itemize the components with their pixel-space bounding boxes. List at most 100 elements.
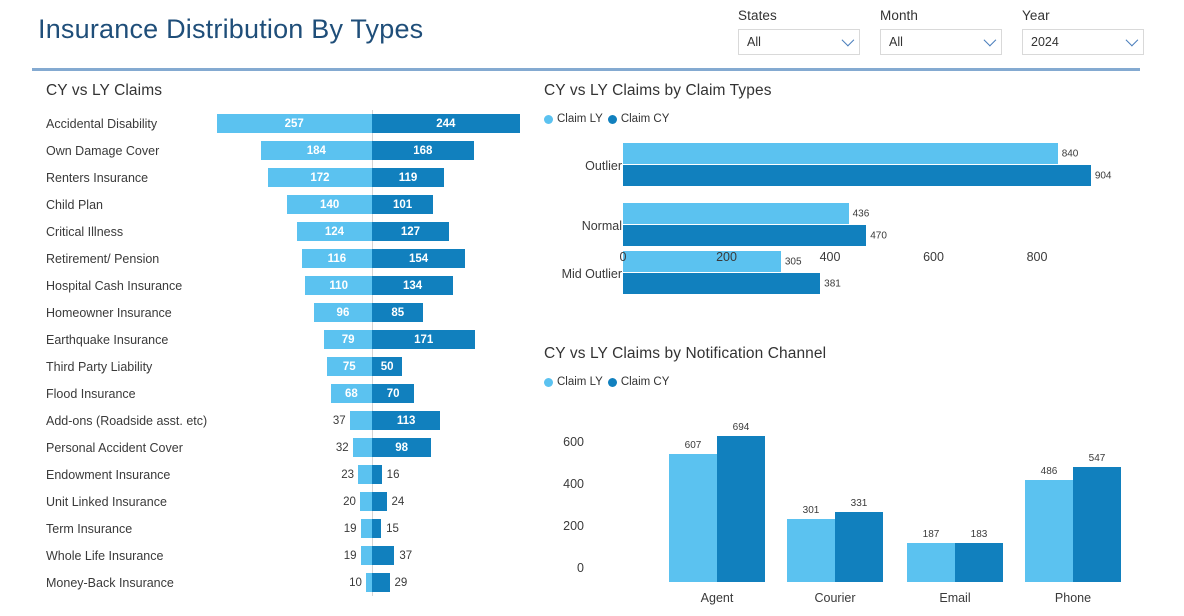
channel-column-value: 694 xyxy=(733,422,750,433)
tornado-row[interactable]: Homeowner Insurance9685 xyxy=(40,299,530,326)
tornado-bar-value: 75 xyxy=(338,361,361,373)
channel-group[interactable]: 301331Courier xyxy=(776,397,894,607)
tornado-bar-claim-ly[interactable]: 96 xyxy=(314,303,372,322)
tornado-bar-claim-ly[interactable]: 68 xyxy=(331,384,372,403)
filter-month-dropdown[interactable]: All xyxy=(880,29,1002,55)
tornado-bar-claim-ly[interactable] xyxy=(361,519,372,538)
tornado-row[interactable]: Accidental Disability257244 xyxy=(40,110,530,137)
tornado-row[interactable]: Add-ons (Roadside asst. etc)37113 xyxy=(40,407,530,434)
tornado-bar-claim-cy[interactable]: 244 xyxy=(372,114,520,133)
tornado-row[interactable]: Child Plan140101 xyxy=(40,191,530,218)
legend-item-claim-cy[interactable]: Claim CY xyxy=(608,113,670,125)
legend-item-claim-ly[interactable]: Claim LY xyxy=(544,376,603,388)
tornado-bar-claim-cy[interactable]: 70 xyxy=(372,384,414,403)
tornado-row[interactable]: Endowment Insurance2316 xyxy=(40,461,530,488)
tornado-row[interactable]: Retirement/ Pension116154 xyxy=(40,245,530,272)
tornado-bar-claim-cy[interactable]: 50 xyxy=(372,357,402,376)
tornado-bar-claim-ly[interactable]: 75 xyxy=(327,357,372,376)
tornado-bar-claim-ly[interactable]: 124 xyxy=(297,222,372,241)
tornado-bar-value: 37 xyxy=(333,415,346,427)
channel-column-claim-ly[interactable]: 187 xyxy=(907,543,955,582)
claim-type-bar-value: 381 xyxy=(824,278,841,289)
tornado-bar-claim-cy[interactable]: 101 xyxy=(372,195,433,214)
tornado-bar-claim-cy[interactable]: 168 xyxy=(372,141,474,160)
tornado-bar-claim-ly[interactable]: 110 xyxy=(305,276,372,295)
channel-group[interactable]: 607694Agent xyxy=(658,397,776,607)
tornado-row[interactable]: Flood Insurance6870 xyxy=(40,380,530,407)
tornado-bar-claim-cy[interactable]: 154 xyxy=(372,249,465,268)
tornado-bar-claim-ly[interactable]: 184 xyxy=(261,141,372,160)
tornado-bar-claim-ly[interactable] xyxy=(360,492,372,511)
tornado-bar-claim-cy[interactable]: 134 xyxy=(372,276,453,295)
claim-type-group[interactable]: Outlier840904 xyxy=(540,142,1152,190)
tornado-bar-claim-cy[interactable]: 113 xyxy=(372,411,440,430)
channel-column-claim-ly[interactable]: 301 xyxy=(787,519,835,582)
tornado-row[interactable]: Own Damage Cover184168 xyxy=(40,137,530,164)
filter-states-dropdown[interactable]: All xyxy=(738,29,860,55)
header-divider xyxy=(32,68,1140,71)
legend-label: Claim LY xyxy=(557,113,603,125)
channel-group[interactable]: 187183Email xyxy=(896,397,1014,607)
tornado-row[interactable]: Whole Life Insurance1937 xyxy=(40,542,530,569)
tornado-bar-claim-cy[interactable]: 171 xyxy=(372,330,475,349)
chart-cy-vs-ly-claims-by-notification-channel[interactable]: CY vs LY Claims by Notification Channel … xyxy=(540,345,1152,613)
tornado-bar-value: 10 xyxy=(349,577,362,589)
tornado-bar-claim-cy[interactable]: 127 xyxy=(372,222,449,241)
claim-type-bar-claim-cy[interactable]: 381 xyxy=(623,273,820,294)
tornado-row-plot: 140101 xyxy=(40,191,530,218)
tornado-bar-claim-cy[interactable]: 119 xyxy=(372,168,444,187)
tornado-row[interactable]: Money-Back Insurance1029 xyxy=(40,569,530,596)
claim-type-bar-claim-ly[interactable]: 840 xyxy=(623,143,1058,164)
tornado-row[interactable]: Renters Insurance172119 xyxy=(40,164,530,191)
legend-item-claim-cy[interactable]: Claim CY xyxy=(608,376,670,388)
channel-column-value: 331 xyxy=(851,498,868,509)
tornado-bar-claim-cy[interactable] xyxy=(372,519,381,538)
tornado-bar-claim-cy[interactable]: 98 xyxy=(372,438,431,457)
tornado-bar-claim-ly[interactable] xyxy=(353,438,372,457)
tornado-row[interactable]: Personal Accident Cover3298 xyxy=(40,434,530,461)
chevron-down-icon xyxy=(842,34,855,47)
channel-group[interactable]: 486547Phone xyxy=(1014,397,1132,607)
tornado-bar-claim-ly[interactable] xyxy=(350,411,372,430)
tornado-bar-value: 24 xyxy=(392,496,405,508)
tornado-bar-claim-cy[interactable] xyxy=(372,465,382,484)
tornado-bar-claim-ly[interactable]: 116 xyxy=(302,249,372,268)
tornado-row[interactable]: Earthquake Insurance79171 xyxy=(40,326,530,353)
tornado-bar-claim-ly[interactable]: 140 xyxy=(287,195,372,214)
channel-column-claim-cy[interactable]: 331 xyxy=(835,512,883,582)
chart-title: CY vs LY Claims by Notification Channel xyxy=(544,345,826,363)
tornado-bar-claim-ly[interactable]: 257 xyxy=(217,114,372,133)
tornado-bar-value: 116 xyxy=(323,253,352,265)
channel-column-claim-cy[interactable]: 183 xyxy=(955,543,1003,582)
tornado-row[interactable]: Term Insurance1915 xyxy=(40,515,530,542)
tornado-bar-claim-ly[interactable] xyxy=(358,465,372,484)
tornado-row-plot: 79171 xyxy=(40,326,530,353)
channel-column-claim-cy[interactable]: 694 xyxy=(717,436,765,582)
channel-column-claim-ly[interactable]: 607 xyxy=(669,454,717,582)
channel-column-value: 301 xyxy=(803,505,820,516)
legend-item-claim-ly[interactable]: Claim LY xyxy=(544,113,603,125)
tornado-row[interactable]: Critical Illness124127 xyxy=(40,218,530,245)
tornado-row[interactable]: Unit Linked Insurance2024 xyxy=(40,488,530,515)
claim-type-group[interactable]: Normal436470 xyxy=(540,202,1152,250)
channel-column-claim-ly[interactable]: 486 xyxy=(1025,480,1073,582)
filter-year-dropdown[interactable]: 2024 xyxy=(1022,29,1144,55)
tornado-bar-claim-ly[interactable]: 79 xyxy=(324,330,372,349)
channel-column-claim-cy[interactable]: 547 xyxy=(1073,467,1121,582)
tornado-row[interactable]: Hospital Cash Insurance110134 xyxy=(40,272,530,299)
tornado-bar-claim-cy[interactable] xyxy=(372,546,394,565)
tornado-row-plot: 1915 xyxy=(40,515,530,542)
tornado-bar-claim-cy[interactable] xyxy=(372,573,390,592)
claim-type-bar-claim-ly[interactable]: 436 xyxy=(623,203,849,224)
tornado-bar-claim-ly[interactable]: 172 xyxy=(268,168,372,187)
tornado-row[interactable]: Third Party Liability7550 xyxy=(40,353,530,380)
claim-type-bar-claim-cy[interactable]: 470 xyxy=(623,225,866,246)
tornado-bar-claim-cy[interactable]: 85 xyxy=(372,303,423,322)
tornado-bar-claim-cy[interactable] xyxy=(372,492,387,511)
tornado-row-plot: 2316 xyxy=(40,461,530,488)
tornado-row-plot: 1937 xyxy=(40,542,530,569)
chart-cy-vs-ly-claims[interactable]: CY vs LY Claims Accidental Disability257… xyxy=(40,82,530,597)
chart-cy-vs-ly-claims-by-claim-types[interactable]: CY vs LY Claims by Claim Types Claim LY … xyxy=(540,82,1152,344)
tornado-bar-claim-ly[interactable] xyxy=(361,546,372,565)
claim-type-bar-claim-cy[interactable]: 904 xyxy=(623,165,1091,186)
